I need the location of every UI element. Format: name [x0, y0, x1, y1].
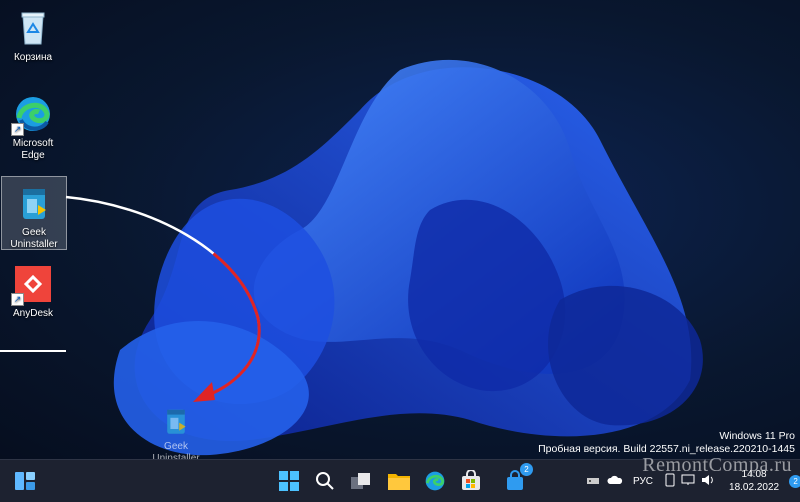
store-updates-button[interactable]: 2	[500, 463, 533, 496]
search-icon	[316, 472, 334, 490]
store-icon	[462, 470, 480, 490]
input-language[interactable]: РУС	[633, 476, 653, 487]
clock-date: 18.02.2022	[729, 482, 780, 493]
desktop[interactable]: Корзина ↗ Microsoft Edge Geek Uninstalle…	[0, 0, 800, 459]
windows-evaluation-watermark: Windows 11 Pro Пробная версия. Build 225…	[538, 430, 795, 456]
desktop-icon-recycle-bin[interactable]: Корзина	[1, 2, 65, 64]
bloom-wallpaper	[65, 59, 703, 456]
network-drive-icon[interactable]	[586, 474, 600, 489]
widgets-icon	[15, 472, 35, 490]
desktop-icon-label: Корзина	[13, 52, 53, 63]
anydesk-icon: ↗	[11, 264, 53, 306]
folder-icon	[388, 474, 410, 490]
desktop-icon-label: AnyDesk	[12, 308, 53, 319]
windows-start-icon	[279, 471, 299, 491]
os-edition: Windows 11 Pro	[719, 430, 795, 442]
desktop-icon-microsoft-edge[interactable]: ↗ Microsoft Edge	[1, 88, 65, 162]
edge-taskbar-button[interactable]	[420, 466, 450, 496]
task-view-button[interactable]	[346, 466, 376, 496]
microsoft-store-button[interactable]	[456, 466, 486, 496]
drop-divider	[0, 350, 66, 352]
desktop-icon-label: Geek Uninstaller	[10, 227, 58, 250]
geek-uninstaller-icon	[14, 183, 54, 223]
widgets-button[interactable]	[10, 466, 40, 496]
file-explorer-button[interactable]	[384, 466, 414, 496]
onedrive-cloud-icon[interactable]	[607, 475, 623, 488]
desktop-icon-anydesk[interactable]: ↗ AnyDesk	[1, 258, 65, 320]
edge-icon	[425, 471, 445, 491]
recycle-bin-icon	[13, 8, 53, 48]
drag-ghost-label: Geek Uninstaller	[152, 441, 200, 459]
shortcut-arrow-icon: ↗	[11, 293, 24, 306]
site-watermark: RemontCompa.ru	[642, 454, 792, 476]
shortcut-arrow-icon: ↗	[11, 123, 24, 136]
search-button[interactable]	[310, 466, 340, 496]
geek-uninstaller-icon	[167, 409, 186, 434]
store-badge: 2	[520, 463, 533, 476]
edge-icon: ↗	[11, 94, 53, 136]
desktop-icon-geek-uninstaller[interactable]: Geek Uninstaller	[1, 176, 67, 250]
drag-ghost-geek-uninstaller: Geek Uninstaller	[148, 405, 204, 459]
task-view-icon	[351, 473, 370, 489]
desktop-icon-label: Microsoft Edge	[12, 138, 54, 161]
start-button[interactable]	[274, 466, 304, 496]
